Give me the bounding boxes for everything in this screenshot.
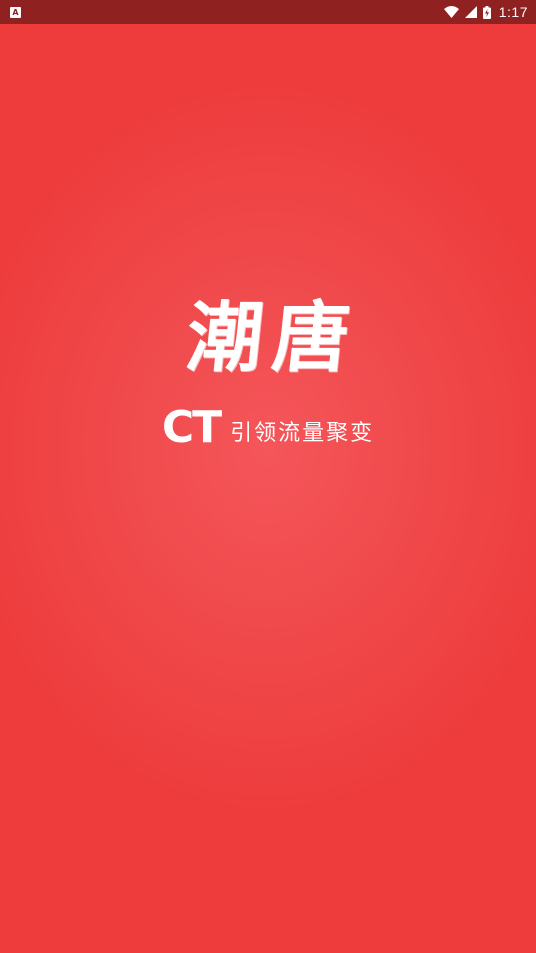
notification-app-icon: A <box>10 6 21 18</box>
status-right: 1:17 <box>443 4 528 20</box>
status-left: A <box>10 6 21 18</box>
splash-screen: A 1:17 潮唐 CT 引领流量聚变 <box>0 0 536 953</box>
status-bar: A 1:17 <box>0 0 536 24</box>
cell-signal-icon <box>464 6 477 18</box>
status-clock: 1:17 <box>498 4 528 20</box>
tagline-row: CT 引领流量聚变 <box>0 406 536 450</box>
ct-logo: CT <box>161 402 222 453</box>
battery-charging-icon <box>482 5 491 19</box>
brand-block: 潮唐 CT 引领流量聚变 <box>0 293 536 450</box>
wifi-icon <box>443 6 459 18</box>
app-title: 潮唐 <box>182 293 364 382</box>
slogan-text: 引领流量聚变 <box>230 421 375 446</box>
